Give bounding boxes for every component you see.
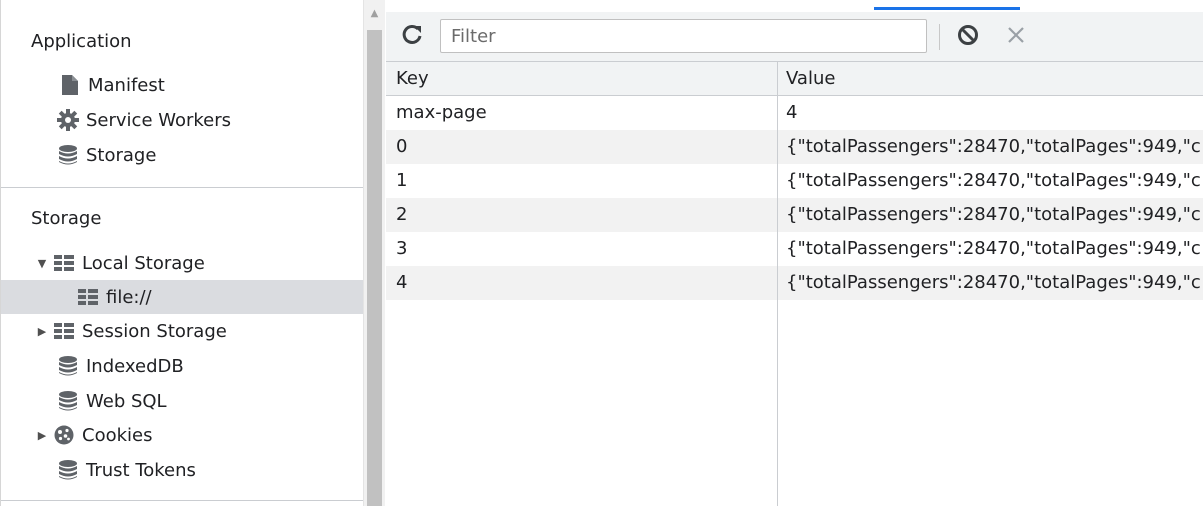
devtools-application-panel: Application Manifest Service Workers Sto…: [0, 0, 1203, 506]
sidebar-item-storage[interactable]: Storage: [1, 138, 363, 172]
sidebar-item-web-sql[interactable]: Web SQL: [1, 384, 363, 418]
expand-triangle-right-icon[interactable]: ▶: [37, 325, 47, 338]
database-icon: [57, 459, 79, 481]
section-divider: [1, 187, 363, 188]
filter-input[interactable]: [440, 19, 927, 53]
key-cell: 2: [396, 204, 408, 225]
value-cell: {"totalPassengers":28470,"totalPages":94…: [786, 136, 1201, 157]
section-title-application: Application: [31, 31, 132, 52]
section-divider: [1, 500, 363, 501]
expand-triangle-down-icon[interactable]: ▼: [37, 257, 47, 270]
table-row[interactable]: 2 {"totalPassengers":28470,"totalPages":…: [386, 198, 1203, 232]
column-header-key[interactable]: Key: [396, 62, 771, 96]
storage-toolbar: [386, 12, 1203, 62]
key-cell: 4: [396, 272, 408, 293]
sidebar-scrollbar[interactable]: ▲: [363, 0, 385, 506]
value-cell: 4: [786, 102, 798, 123]
section-title-storage: Storage: [31, 208, 102, 229]
scrollbar-thumb[interactable]: [367, 30, 382, 506]
gear-icon: [57, 109, 79, 131]
close-icon: [1007, 26, 1025, 48]
database-icon: [57, 390, 79, 412]
table-row[interactable]: 3 {"totalPassengers":28470,"totalPages":…: [386, 232, 1203, 266]
key-cell: 0: [396, 136, 408, 157]
delete-selected-button[interactable]: [1002, 23, 1030, 51]
storage-data-grid: Key Value max-page 4 0 {"totalPassengers…: [386, 62, 1203, 506]
sidebar-item-service-workers[interactable]: Service Workers: [1, 103, 363, 137]
cookie-icon: [53, 424, 75, 446]
sidebar-item-local-storage-file[interactable]: file://: [1, 280, 363, 314]
value-cell: {"totalPassengers":28470,"totalPages":94…: [786, 272, 1201, 293]
database-icon: [57, 144, 79, 166]
value-cell: {"totalPassengers":28470,"totalPages":94…: [786, 170, 1201, 191]
toolbar-separator: [939, 24, 940, 50]
table-row[interactable]: 0 {"totalPassengers":28470,"totalPages":…: [386, 130, 1203, 164]
grid-header: Key Value: [386, 62, 1203, 96]
column-header-value[interactable]: Value: [786, 62, 1203, 96]
table-icon: [53, 320, 75, 342]
expand-triangle-right-icon[interactable]: ▶: [37, 429, 47, 442]
block-icon: [957, 24, 979, 50]
storage-view: Key Value max-page 4 0 {"totalPassengers…: [386, 0, 1203, 506]
table-row[interactable]: 4 {"totalPassengers":28470,"totalPages":…: [386, 266, 1203, 300]
column-divider[interactable]: [777, 62, 778, 506]
table-icon: [53, 252, 75, 274]
value-cell: {"totalPassengers":28470,"totalPages":94…: [786, 204, 1201, 225]
refresh-button[interactable]: [398, 23, 426, 51]
sidebar: Application Manifest Service Workers Sto…: [0, 0, 363, 506]
sidebar-item-local-storage[interactable]: ▼ Local Storage: [1, 246, 363, 280]
scroll-up-arrow-icon[interactable]: ▲: [364, 0, 385, 26]
clear-all-button[interactable]: [954, 23, 982, 51]
sidebar-item-cookies[interactable]: ▶ Cookies: [1, 418, 363, 452]
sidebar-item-indexeddb[interactable]: IndexedDB: [1, 349, 363, 383]
value-cell: {"totalPassengers":28470,"totalPages":94…: [786, 238, 1201, 259]
key-cell: 3: [396, 238, 408, 259]
sidebar-item-trust-tokens[interactable]: Trust Tokens: [1, 453, 363, 487]
table-row[interactable]: 1 {"totalPassengers":28470,"totalPages":…: [386, 164, 1203, 198]
sidebar-item-session-storage[interactable]: ▶ Session Storage: [1, 314, 363, 348]
key-cell: max-page: [396, 102, 487, 123]
document-icon: [59, 74, 81, 96]
key-cell: 1: [396, 170, 408, 191]
table-icon: [77, 286, 99, 308]
table-row[interactable]: max-page 4: [386, 96, 1203, 130]
database-icon: [57, 355, 79, 377]
active-tab-indicator: [874, 7, 1020, 10]
refresh-icon: [401, 24, 423, 50]
sidebar-item-manifest[interactable]: Manifest: [1, 68, 363, 102]
